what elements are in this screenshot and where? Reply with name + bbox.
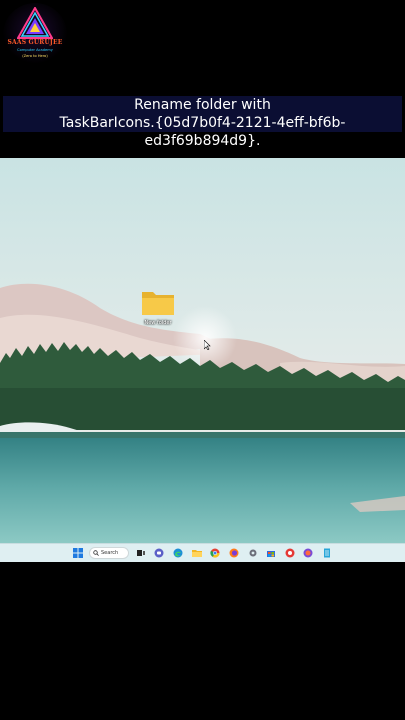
- firefox-icon[interactable]: [228, 547, 240, 559]
- desktop-wallpaper: [0, 158, 405, 562]
- folder-label: New folder: [144, 320, 172, 326]
- edge-icon[interactable]: [172, 547, 184, 559]
- caption-line-2: TaskBarIcons.{05d7b0f4-2121-4eff-bf6b-ed…: [59, 115, 346, 149]
- chat-icon[interactable]: [153, 547, 165, 559]
- tutorial-caption: Rename folder with TaskBarIcons.{05d7b0f…: [3, 96, 402, 149]
- logo-subtitle: Computer Academy: [17, 48, 53, 52]
- taskbar-search-box[interactable]: Search: [89, 547, 129, 559]
- logo-tagline: (Zero to Hero): [22, 54, 48, 58]
- desktop-screen: New folder Search: [0, 158, 405, 562]
- logo-triangle-icon: [17, 7, 53, 39]
- windows-start-icon[interactable]: [72, 547, 84, 559]
- folder-icon: [142, 292, 174, 315]
- search-label: Search: [101, 550, 119, 556]
- store-icon[interactable]: [265, 547, 277, 559]
- caption-line-1: Rename folder with: [134, 97, 271, 113]
- task-view-icon[interactable]: [135, 547, 147, 559]
- desktop-folder[interactable]: New folder: [137, 284, 179, 332]
- channel-logo: SAAS GURUJEE Computer Academy (Zero to H…: [3, 3, 67, 65]
- mouse-cursor-icon: [204, 340, 211, 350]
- settings-icon[interactable]: [247, 547, 259, 559]
- file-explorer-icon[interactable]: [191, 547, 203, 559]
- logo-title: SAAS GURUJEE: [7, 39, 63, 46]
- chrome-icon[interactable]: [209, 547, 221, 559]
- taskbar: Search: [0, 543, 405, 562]
- search-icon: [93, 550, 99, 556]
- app-icon[interactable]: [302, 547, 314, 559]
- app-icon[interactable]: [284, 547, 296, 559]
- notepad-icon[interactable]: [321, 547, 333, 559]
